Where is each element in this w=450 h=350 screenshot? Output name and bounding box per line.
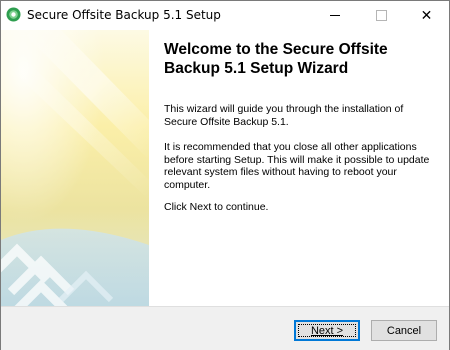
close-button[interactable]: ✕: [404, 1, 449, 30]
installer-app-icon: [6, 7, 21, 22]
banner-art: [1, 30, 149, 306]
wizard-banner-image: [1, 30, 149, 306]
recommendation-text: It is recommended that you close all oth…: [164, 141, 430, 191]
minimize-button[interactable]: [312, 1, 357, 30]
wizard-content: Welcome to the Secure Offsite Backup 5.1…: [149, 30, 449, 306]
cancel-button-label: Cancel: [386, 324, 422, 337]
setup-window: Secure Offsite Backup 5.1 Setup ✕ Welcom…: [0, 0, 450, 350]
maximize-icon: [376, 10, 387, 21]
close-icon: ✕: [420, 7, 433, 24]
maximize-button[interactable]: [359, 1, 404, 30]
minimize-icon: [329, 15, 340, 16]
wizard-heading: Welcome to the Secure Offsite Backup 5.1…: [164, 41, 388, 77]
next-button-label: Next >: [310, 324, 344, 337]
next-button[interactable]: Next >: [294, 320, 360, 341]
cancel-button[interactable]: Cancel: [371, 320, 437, 341]
intro-text: This wizard will guide you through the i…: [164, 103, 404, 128]
continue-instruction: Click Next to continue.: [164, 201, 269, 213]
window-title: Secure Offsite Backup 5.1 Setup: [27, 8, 221, 22]
wizard-footer: Next > Cancel: [1, 306, 449, 350]
title-bar[interactable]: Secure Offsite Backup 5.1 Setup ✕: [1, 1, 449, 30]
